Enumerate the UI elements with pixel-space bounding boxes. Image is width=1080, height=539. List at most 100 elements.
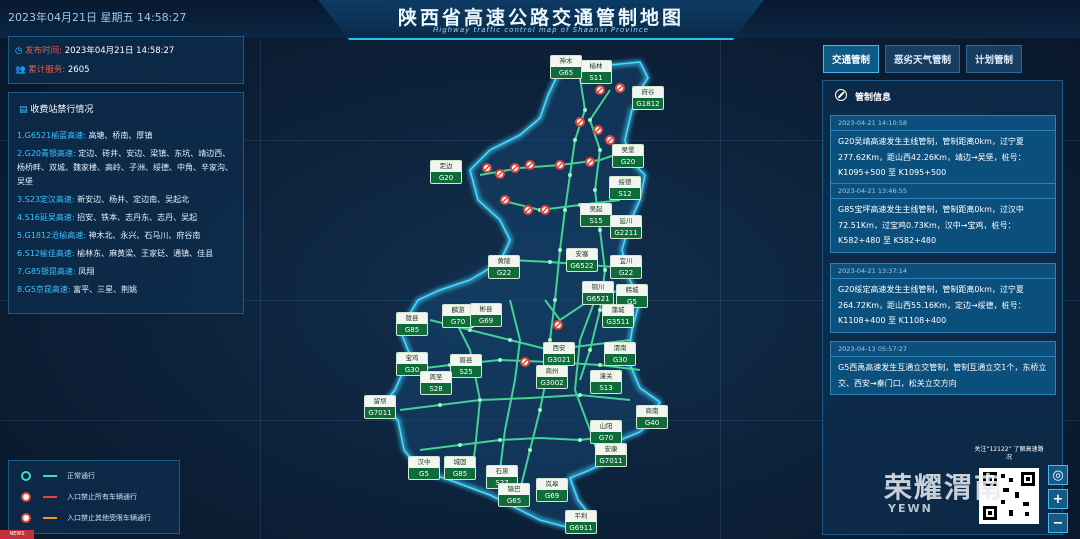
route-shield[interactable]: 平利 G6911	[565, 510, 597, 534]
route-shield-city: 宝鸡	[397, 353, 427, 364]
route-shield-city: 城固	[445, 457, 475, 468]
control-card[interactable]: 2023-04-21 13:46:55 G85宝坪高速发生主线管制，管制距离0km…	[830, 183, 1056, 253]
control-panel-title: 管制信息	[855, 93, 892, 103]
route-shield[interactable]: 商南 G40	[636, 405, 668, 429]
tab-traffic-control[interactable]: 交通管制	[823, 45, 880, 73]
no-entry-icon	[495, 169, 505, 179]
no-entry-icon	[585, 157, 595, 167]
no-entry-icon	[21, 513, 31, 523]
no-entry-icon	[835, 89, 847, 101]
route-shield-code: G1812	[636, 100, 660, 108]
no-entry-icon	[615, 83, 625, 93]
control-card-time: 2023-04-13 05:57:27	[831, 342, 1055, 357]
route-shield-city: 吴堡	[613, 145, 643, 156]
watermark-sub: YEWN	[888, 502, 933, 515]
toll-stations: 新安边、杨井、定边南、吴起北	[77, 195, 190, 204]
route-shield[interactable]: 周至 S28	[420, 371, 452, 395]
route-shield-code: G20	[438, 174, 454, 182]
publish-time-value: 2023年04月21日 14:58:27	[64, 46, 175, 56]
toll-row: 7.G85银昆高速: 凤翔	[17, 265, 237, 279]
control-card[interactable]: 2023-04-21 14:10:58 G20吴靖高速发生主线管制，管制距离0km…	[830, 115, 1056, 185]
route-shield[interactable]: 岚皋 G69	[536, 478, 568, 502]
control-card-time: 2023-04-21 13:37:14	[831, 264, 1055, 279]
route-shield[interactable]: 城固 G85	[444, 456, 476, 480]
toll-road-name: 7.G85银昆高速:	[17, 267, 76, 276]
route-shield[interactable]: 商州 G3002	[536, 365, 568, 389]
route-shield[interactable]: 汉中 G5	[408, 456, 440, 480]
route-shield-code: G6522	[570, 262, 594, 270]
route-shield[interactable]: 延川 G2211	[610, 215, 642, 239]
publish-time-row: ◷ 发布时间: 2023年04月21日 14:58:27	[15, 44, 174, 56]
toll-stations: 凤翔	[78, 267, 95, 276]
route-shield[interactable]: 渭南 G30	[604, 342, 636, 366]
route-shield-city: 延川	[611, 216, 641, 227]
control-card[interactable]: 2023-04-13 05:57:27 G5西禹高速发生互通立交管制，管制互通立交…	[830, 341, 1056, 395]
route-shield[interactable]: 眉县 S25	[450, 354, 482, 378]
no-entry-icon	[555, 160, 565, 170]
locate-button[interactable]: ◎	[1048, 465, 1068, 485]
route-shield[interactable]: 榆林 S11	[580, 60, 612, 84]
toll-stations: 富平、三星、荆姚	[73, 285, 138, 294]
route-shield[interactable]: 西安 G3021	[543, 342, 575, 366]
legend-label: 正常通行	[67, 472, 95, 480]
route-shield-city: 渭南	[605, 343, 635, 354]
route-shield[interactable]: 绥德 S12	[609, 176, 641, 200]
route-shield[interactable]: 镇巴 G65	[498, 483, 530, 507]
route-shield-code: G85	[404, 326, 420, 334]
route-shield-city: 潼关	[591, 371, 621, 382]
title-box: 陕西省高速公路交通管制地图 Highway traffic control ma…	[318, 0, 764, 40]
route-shield-city: 汉中	[409, 457, 439, 468]
control-card-text: G20吴靖高速发生主线管制，管制距离0km，过宁夏277.62Km，距山西42.…	[838, 137, 1026, 177]
no-entry-icon	[595, 85, 605, 95]
route-shield[interactable]: 留坝 G7011	[364, 395, 396, 419]
route-shield[interactable]: 陇县 G85	[396, 312, 428, 336]
toll-stations: 招安、铁本、志丹东、志丹、吴起	[77, 213, 198, 222]
toll-road-name: 5.G1812沧榆高速:	[17, 231, 86, 240]
route-shield-city: 神木	[551, 56, 581, 67]
page-subtitle: Highway traffic control map of Shaanxi P…	[433, 26, 649, 34]
served-count-row: 👥 累计服务: 2605	[15, 63, 90, 75]
route-shield-city: 眉县	[451, 355, 481, 366]
toll-row: 8.G5京昆高速: 富平、三星、荆姚	[17, 283, 237, 297]
publish-time-label: 发布时间:	[25, 46, 62, 56]
route-shield[interactable]: 安康 G7011	[595, 443, 627, 467]
route-shield-code: G7011	[599, 457, 623, 465]
route-shield-code: G65	[506, 497, 522, 505]
toll-row: 1.G6521榆蓝高速: 高塘、桥南、厚镇	[17, 129, 237, 143]
legend-line	[43, 496, 57, 498]
route-shield-city: 定边	[431, 161, 461, 172]
map-zoom-controls: ◎ + −	[1048, 465, 1068, 533]
zoom-out-button[interactable]: −	[1048, 513, 1068, 533]
legend-line	[43, 475, 57, 477]
route-shield-code: G3002	[540, 379, 564, 387]
tab-planned[interactable]: 计划管制	[966, 45, 1023, 73]
normal-dot-icon	[21, 471, 31, 481]
route-shield[interactable]: 山阳 G70	[590, 420, 622, 444]
route-shield-city: 周至	[421, 372, 451, 383]
toll-row: 3.S23定汉高速: 新安边、杨井、定边南、吴起北	[17, 193, 237, 207]
route-shield[interactable]: 铜川 G6521	[582, 281, 614, 305]
route-shield[interactable]: 蒲城 G3511	[602, 304, 634, 328]
route-shield-code: G7011	[368, 409, 392, 417]
map-stage[interactable]: 榆林 S11 神木 G65 府谷 G1812 吴堡 G20 绥德 S12 定边 G20 吴起 S15 延川 G…	[0, 0, 1080, 539]
no-entry-icon	[540, 205, 550, 215]
route-shield[interactable]: 潼关 S13	[590, 370, 622, 394]
route-shield[interactable]: 宜川 G22	[610, 255, 642, 279]
route-shield-code: G70	[450, 318, 466, 326]
zoom-in-button[interactable]: +	[1048, 489, 1068, 509]
route-shield[interactable]: 彬县 G69	[470, 303, 502, 327]
route-shield[interactable]: 神木 G65	[550, 55, 582, 79]
list-icon: ▤	[19, 105, 31, 115]
route-shield[interactable]: 吴起 S15	[580, 203, 612, 227]
qr-caption: 关注“12122” 了解高速路况	[974, 446, 1044, 461]
route-shield[interactable]: 安塞 G6522	[566, 248, 598, 272]
no-entry-icon	[605, 135, 615, 145]
route-shield[interactable]: 定边 G20	[430, 160, 462, 184]
route-shield[interactable]: 吴堡 G20	[612, 144, 644, 168]
route-shield[interactable]: 府谷 G1812	[632, 86, 664, 110]
route-shield-code: G30	[612, 356, 628, 364]
users-icon: 👥	[15, 65, 29, 75]
tab-bad-weather[interactable]: 恶劣天气管制	[885, 45, 961, 73]
control-card[interactable]: 2023-04-21 13:37:14 G20绥定高速发生主线管制，管制距离0km…	[830, 263, 1056, 333]
route-shield[interactable]: 黄陵 G22	[488, 255, 520, 279]
